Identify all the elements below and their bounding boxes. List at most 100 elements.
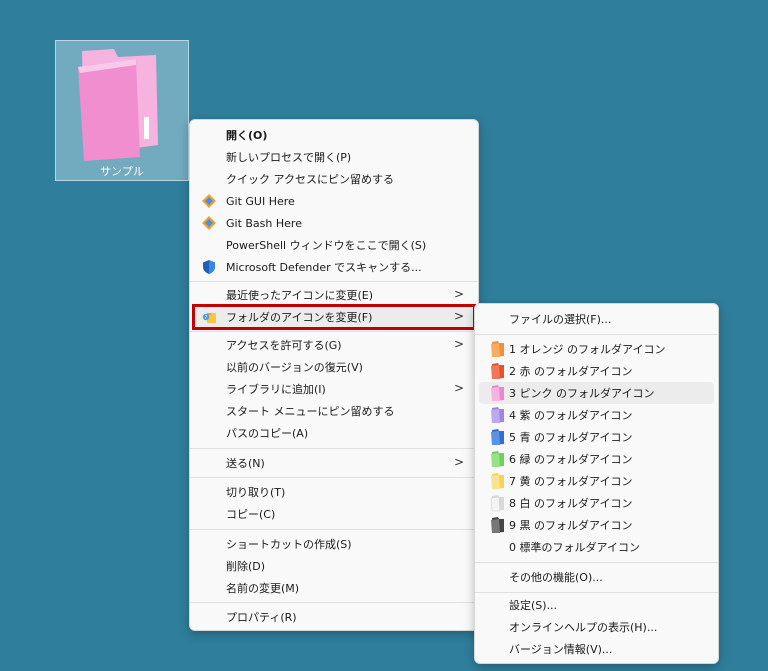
chevron-right-icon: >	[453, 309, 464, 323]
chevron-right-icon: >	[453, 337, 464, 351]
submenu-item-white-folder[interactable]: 8 白 のフォルダアイコン	[479, 492, 714, 514]
menu-item-delete[interactable]: 削除(D)	[194, 555, 474, 577]
menu-item-label: ライブラリに追加(I)	[226, 383, 326, 396]
submenu-item-settings[interactable]: 設定(S)...	[479, 594, 714, 616]
menu-item-label: 8 白 のフォルダアイコン	[509, 497, 633, 510]
menu-item-label: コピー(C)	[226, 508, 276, 521]
pink-folder-icon	[78, 49, 158, 161]
folder-icon-submenu: ファイルの選択(F)... 1 オレンジ のフォルダアイコン 2 赤 のフォルダ…	[474, 303, 719, 664]
menu-item-label: 新しいプロセスで開く(P)	[226, 151, 352, 164]
pink-folder-icon	[491, 385, 504, 401]
menu-item-label: 設定(S)...	[509, 599, 558, 612]
menu-item-label: 3 ピンク のフォルダアイコン	[509, 387, 655, 400]
menu-item-label: ファイルの選択(F)...	[509, 313, 612, 326]
svg-text:?: ?	[205, 315, 208, 321]
menu-item-label: Git GUI Here	[226, 194, 295, 208]
submenu-item-pink-folder[interactable]: 3 ピンク のフォルダアイコン	[479, 382, 714, 404]
menu-item-label: 1 オレンジ のフォルダアイコン	[509, 343, 666, 356]
menu-item-powershell[interactable]: PowerShell ウィンドウをここで開く(S)	[194, 234, 474, 256]
submenu-item-online-help[interactable]: オンラインヘルプの表示(H)...	[479, 616, 714, 638]
menu-item-cut[interactable]: 切り取り(T)	[194, 481, 474, 503]
submenu-item-choose-file[interactable]: ファイルの選択(F)...	[479, 308, 714, 330]
menu-item-label: アクセスを許可する(G)	[226, 339, 342, 352]
submenu-item-red-folder[interactable]: 2 赤 のフォルダアイコン	[479, 360, 714, 382]
yellow-folder-icon	[491, 473, 504, 489]
menu-item-label: クイック アクセスにピン留めする	[226, 173, 394, 186]
submenu-item-yellow-folder[interactable]: 7 黄 のフォルダアイコン	[479, 470, 714, 492]
context-menu: 開く(O) 新しいプロセスで開く(P) クイック アクセスにピン留めする Git…	[189, 119, 479, 631]
menu-item-label: 4 紫 のフォルダアイコン	[509, 409, 633, 422]
menu-item-label: 2 赤 のフォルダアイコン	[509, 365, 633, 378]
menu-item-label: 以前のバージョンの復元(V)	[226, 361, 363, 374]
menu-separator	[190, 602, 478, 603]
menu-item-label: 7 黄 のフォルダアイコン	[509, 475, 633, 488]
menu-separator	[475, 562, 718, 563]
menu-item-pin-quick-access[interactable]: クイック アクセスにピン留めする	[194, 168, 474, 190]
submenu-item-other-features[interactable]: その他の機能(O)...	[479, 566, 714, 588]
submenu-item-default-folder[interactable]: 0 標準のフォルダアイコン	[479, 536, 714, 558]
blue-folder-icon	[491, 429, 504, 445]
menu-item-pin-start[interactable]: スタート メニューにピン留めする	[194, 400, 474, 422]
menu-item-label: スタート メニューにピン留めする	[226, 405, 395, 418]
menu-item-label: 5 青 のフォルダアイコン	[509, 431, 633, 444]
menu-item-label: 開く(O)	[226, 129, 268, 142]
menu-item-label: 名前の変更(M)	[226, 582, 300, 595]
menu-separator	[190, 529, 478, 530]
submenu-item-black-folder[interactable]: 9 黒 のフォルダアイコン	[479, 514, 714, 536]
menu-item-copy[interactable]: コピー(C)	[194, 503, 474, 525]
menu-item-label: 切り取り(T)	[226, 486, 286, 499]
menu-item-label: 送る(N)	[226, 457, 265, 470]
folder-label: サンプル	[100, 165, 144, 178]
git-icon	[202, 194, 216, 208]
menu-item-defender-scan[interactable]: Microsoft Defender でスキャンする...	[194, 256, 474, 278]
menu-separator	[475, 334, 718, 335]
menu-item-label: Microsoft Defender でスキャンする...	[226, 261, 422, 274]
black-folder-icon	[491, 517, 504, 533]
submenu-item-orange-folder[interactable]: 1 オレンジ のフォルダアイコン	[479, 338, 714, 360]
submenu-item-blue-folder[interactable]: 5 青 のフォルダアイコン	[479, 426, 714, 448]
submenu-item-version-info[interactable]: バージョン情報(V)...	[479, 638, 714, 660]
submenu-item-green-folder[interactable]: 6 緑 のフォルダアイコン	[479, 448, 714, 470]
chevron-right-icon: >	[453, 287, 464, 301]
chevron-right-icon: >	[453, 381, 464, 395]
white-folder-icon	[490, 495, 504, 512]
purple-folder-icon	[491, 407, 504, 423]
menu-item-rename[interactable]: 名前の変更(M)	[194, 577, 474, 599]
menu-item-label: 最近使ったアイコンに変更(E)	[226, 289, 373, 302]
menu-item-label: 6 緑 のフォルダアイコン	[509, 453, 633, 466]
submenu-item-purple-folder[interactable]: 4 紫 のフォルダアイコン	[479, 404, 714, 426]
menu-item-grant-access[interactable]: アクセスを許可する(G) >	[194, 334, 474, 356]
menu-item-change-folder-icon[interactable]: ? フォルダのアイコンを変更(F) >	[192, 304, 476, 330]
menu-item-git-gui[interactable]: Git GUI Here	[194, 190, 474, 212]
menu-item-git-bash[interactable]: Git Bash Here	[194, 212, 474, 234]
folder-change-icon: ?	[202, 313, 216, 323]
red-folder-icon	[491, 363, 504, 379]
menu-item-create-shortcut[interactable]: ショートカットの作成(S)	[194, 533, 474, 555]
git-icon	[202, 216, 216, 230]
menu-item-send-to[interactable]: 送る(N) >	[194, 452, 474, 474]
menu-item-label: PowerShell ウィンドウをここで開く(S)	[226, 239, 427, 252]
menu-item-open[interactable]: 開く(O)	[194, 124, 474, 146]
menu-item-restore-versions[interactable]: 以前のバージョンの復元(V)	[194, 356, 474, 378]
menu-item-open-new-process[interactable]: 新しいプロセスで開く(P)	[194, 146, 474, 168]
menu-item-label: フォルダのアイコンを変更(F)	[226, 311, 373, 324]
menu-item-label: その他の機能(O)...	[509, 571, 603, 584]
menu-item-label: Git Bash Here	[226, 216, 302, 230]
green-folder-icon	[491, 451, 504, 467]
menu-item-recent-icons[interactable]: 最近使ったアイコンに変更(E) >	[194, 284, 474, 306]
desktop-folder-sample[interactable]: サンプル	[55, 40, 189, 181]
chevron-right-icon: >	[453, 455, 464, 469]
menu-separator	[475, 592, 718, 593]
menu-item-label: パスのコピー(A)	[226, 427, 309, 440]
menu-item-copy-path[interactable]: パスのコピー(A)	[194, 422, 474, 444]
menu-separator	[190, 448, 478, 449]
menu-item-label: 削除(D)	[226, 560, 266, 573]
orange-folder-icon	[491, 341, 504, 357]
menu-item-add-library[interactable]: ライブラリに追加(I) >	[194, 378, 474, 400]
defender-shield-icon	[203, 260, 215, 274]
menu-item-label: オンラインヘルプの表示(H)...	[509, 621, 658, 634]
menu-item-label: バージョン情報(V)...	[509, 643, 613, 656]
menu-separator	[190, 477, 478, 478]
menu-item-properties[interactable]: プロパティ(R)	[194, 606, 474, 628]
menu-item-label: 9 黒 のフォルダアイコン	[509, 519, 633, 532]
